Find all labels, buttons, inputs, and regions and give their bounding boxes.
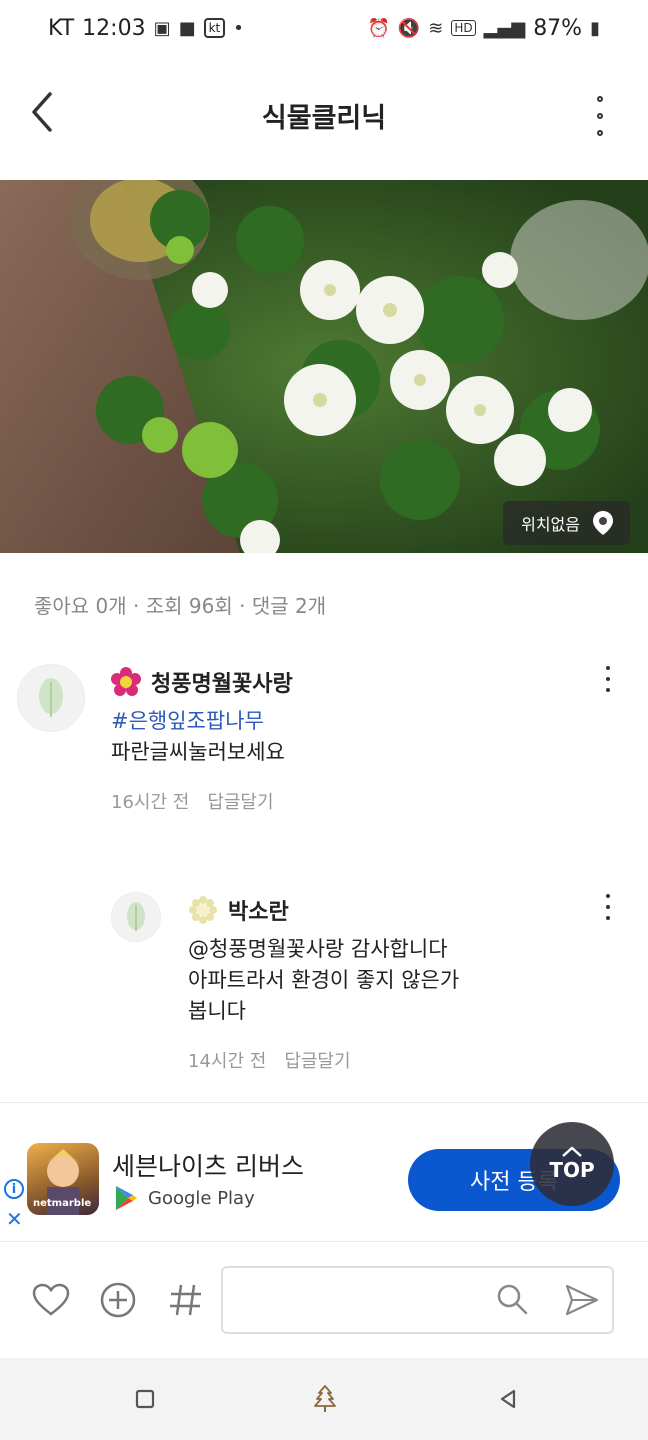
status-bar: KT 12:03 ▣ ■ kt • ⏰ 🔇 ≋ HD ▂▄▆ 87% ▮ <box>0 0 648 56</box>
carrier-label: KT <box>48 15 75 41</box>
status-bar-right: ⏰ 🔇 ≋ HD ▂▄▆ 87% ▮ <box>367 16 600 41</box>
kebab-dot-icon <box>606 894 610 898</box>
reply-button[interactable]: 답글달기 <box>284 1047 350 1073</box>
comment-author[interactable]: 청풍명월꽃사랑 <box>111 666 591 698</box>
comment-text: 파란글씨눌러보세요 <box>111 740 285 764</box>
recent-apps-icon[interactable] <box>130 1384 160 1414</box>
kebab-dot-icon <box>606 688 610 692</box>
more-dot-icon <box>597 113 603 119</box>
image-icon: ▣ <box>153 17 171 39</box>
battery-percent: 87% <box>533 15 583 41</box>
home-tree-icon[interactable] <box>310 1384 340 1414</box>
system-nav-bar <box>0 1358 648 1440</box>
post-stats: 좋아요 0개 · 조회 96회 · 댓글 2개 <box>34 594 327 618</box>
heart-icon[interactable] <box>31 1280 71 1320</box>
chevron-up-icon <box>562 1146 582 1157</box>
comment-reply: 박소란 @청풍명월꽃사랑 감사합니다 아파트라서 환경이 좋지 않은가 봅니다 … <box>188 894 588 1073</box>
comment-author-name: 청풍명월꽃사랑 <box>151 672 293 697</box>
flower-photo-image <box>0 180 648 553</box>
comment-text-line: 아파트라서 환경이 좋지 않은가 <box>188 968 460 992</box>
scroll-top-button[interactable]: TOP <box>530 1122 614 1206</box>
status-bar-left: KT 12:03 ▣ ■ kt • <box>48 16 244 41</box>
leaf-avatar-icon <box>39 678 63 717</box>
kebab-dot-icon <box>606 666 610 670</box>
comment-author[interactable]: 박소란 <box>188 894 588 926</box>
ad-store: Google Play <box>114 1185 255 1211</box>
send-icon[interactable] <box>563 1282 601 1318</box>
comment-time: 16시간 전 <box>111 792 190 813</box>
hashtag-icon[interactable] <box>166 1280 206 1320</box>
sun-badge-icon <box>188 895 218 925</box>
more-dot-icon <box>597 130 603 136</box>
comment-body: @청풍명월꽃사랑 감사합니다 아파트라서 환경이 좋지 않은가 봅니다 <box>188 934 588 1027</box>
kebab-dot-icon <box>606 905 610 909</box>
comment-more-button[interactable] <box>603 894 613 920</box>
comment-meta: 14시간 전 답글달기 <box>188 1047 588 1073</box>
comment-input-bar <box>0 1244 648 1358</box>
ad-app-icon[interactable]: netmarble <box>27 1143 99 1215</box>
ad-info-icon[interactable]: i <box>4 1179 24 1199</box>
avatar[interactable] <box>17 664 85 732</box>
kebab-dot-icon <box>606 677 610 681</box>
comment-input[interactable] <box>221 1266 614 1334</box>
search-icon[interactable] <box>495 1282 531 1318</box>
signal-icon: ▂▄▆ <box>483 17 526 39</box>
comment-meta: 16시간 전 답글달기 <box>111 788 591 814</box>
video-icon: ■ <box>178 17 196 39</box>
app-header: 식물클리닉 <box>0 60 648 170</box>
location-label: 위치없음 <box>521 515 580 534</box>
comment-author-name: 박소란 <box>228 900 289 925</box>
comment-more-button[interactable] <box>603 666 613 692</box>
comment-body: #은행잎조팝나무 파란글씨눌러보세요 <box>111 706 591 768</box>
page-title: 식물클리닉 <box>261 103 387 134</box>
location-pin-icon <box>593 511 613 535</box>
clock: 12:03 <box>82 15 146 41</box>
battery-icon: ▮ <box>590 17 600 39</box>
more-options-button[interactable] <box>588 96 612 136</box>
leaf-avatar-icon <box>127 902 145 931</box>
comment-text-line: 봅니다 <box>188 999 246 1023</box>
ad-app-name[interactable]: 세븐나이츠 리버스 <box>112 1147 304 1183</box>
reply-button[interactable]: 답글달기 <box>207 788 273 814</box>
alarm-icon: ⏰ <box>367 17 390 39</box>
kebab-dot-icon <box>606 916 610 920</box>
more-dot-icon <box>597 96 603 102</box>
ad-close-icon[interactable]: ✕ <box>6 1207 23 1231</box>
notification-dot-icon: • <box>233 17 244 39</box>
ad-icon-label: netmarble <box>33 1198 92 1209</box>
comment-time: 14시간 전 <box>188 1051 267 1072</box>
kt-icon: kt <box>203 18 226 38</box>
hashtag-link[interactable]: #은행잎조팝나무 <box>111 706 591 737</box>
comment: 청풍명월꽃사랑 #은행잎조팝나무 파란글씨눌러보세요 16시간 전 답글달기 <box>111 666 591 814</box>
hd-icon: HD <box>451 20 476 36</box>
wifi-icon: ≋ <box>428 17 444 39</box>
scroll-top-label: TOP <box>549 1158 595 1182</box>
flower-badge-icon <box>111 667 141 697</box>
google-play-icon <box>116 1186 137 1210</box>
avatar[interactable] <box>111 892 161 942</box>
back-triangle-icon[interactable] <box>493 1384 523 1414</box>
mute-icon: 🔇 <box>397 17 421 39</box>
add-circle-icon[interactable] <box>98 1280 138 1320</box>
ad-store-label: Google Play <box>148 1187 255 1209</box>
comment-text-line: @청풍명월꽃사랑 감사합니다 <box>188 937 448 961</box>
location-badge[interactable]: 위치없음 <box>503 501 630 545</box>
post-photo[interactable]: 위치없음 <box>0 180 648 553</box>
